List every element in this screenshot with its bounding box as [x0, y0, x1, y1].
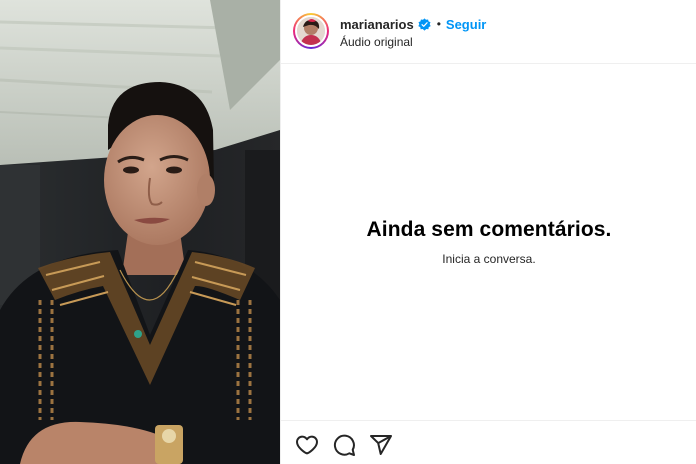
- username-link[interactable]: marianarios: [340, 17, 414, 32]
- instagram-post: marianarios • Seguir Áudio original Aind…: [0, 0, 696, 464]
- post-photo[interactable]: [0, 0, 280, 464]
- story-ring[interactable]: [293, 13, 329, 49]
- comment-icon: [333, 434, 355, 456]
- heart-icon: [296, 435, 318, 455]
- avatar[interactable]: [295, 15, 327, 47]
- avatar-image: [297, 17, 325, 45]
- like-button[interactable]: [295, 433, 319, 457]
- follow-button[interactable]: Seguir: [446, 17, 486, 32]
- action-bar: [281, 420, 696, 464]
- separator-dot: •: [436, 17, 441, 31]
- username-row: marianarios • Seguir: [340, 15, 486, 33]
- paper-plane-icon: [370, 435, 392, 455]
- comment-button[interactable]: [332, 433, 356, 457]
- share-button[interactable]: [369, 433, 393, 457]
- empty-comments-subtitle: Inicia a conversa.: [442, 252, 536, 266]
- audio-link[interactable]: Áudio original: [340, 35, 413, 49]
- verified-badge-icon: [418, 17, 431, 31]
- post-header: marianarios • Seguir Áudio original: [281, 0, 696, 64]
- empty-comments-title: Ainda sem comentários.: [366, 218, 612, 241]
- post-details-panel: marianarios • Seguir Áudio original Aind…: [280, 0, 696, 464]
- woman-portrait-image: [0, 0, 280, 464]
- empty-comments-state: Ainda sem comentários. Inicia a conversa…: [281, 218, 696, 266]
